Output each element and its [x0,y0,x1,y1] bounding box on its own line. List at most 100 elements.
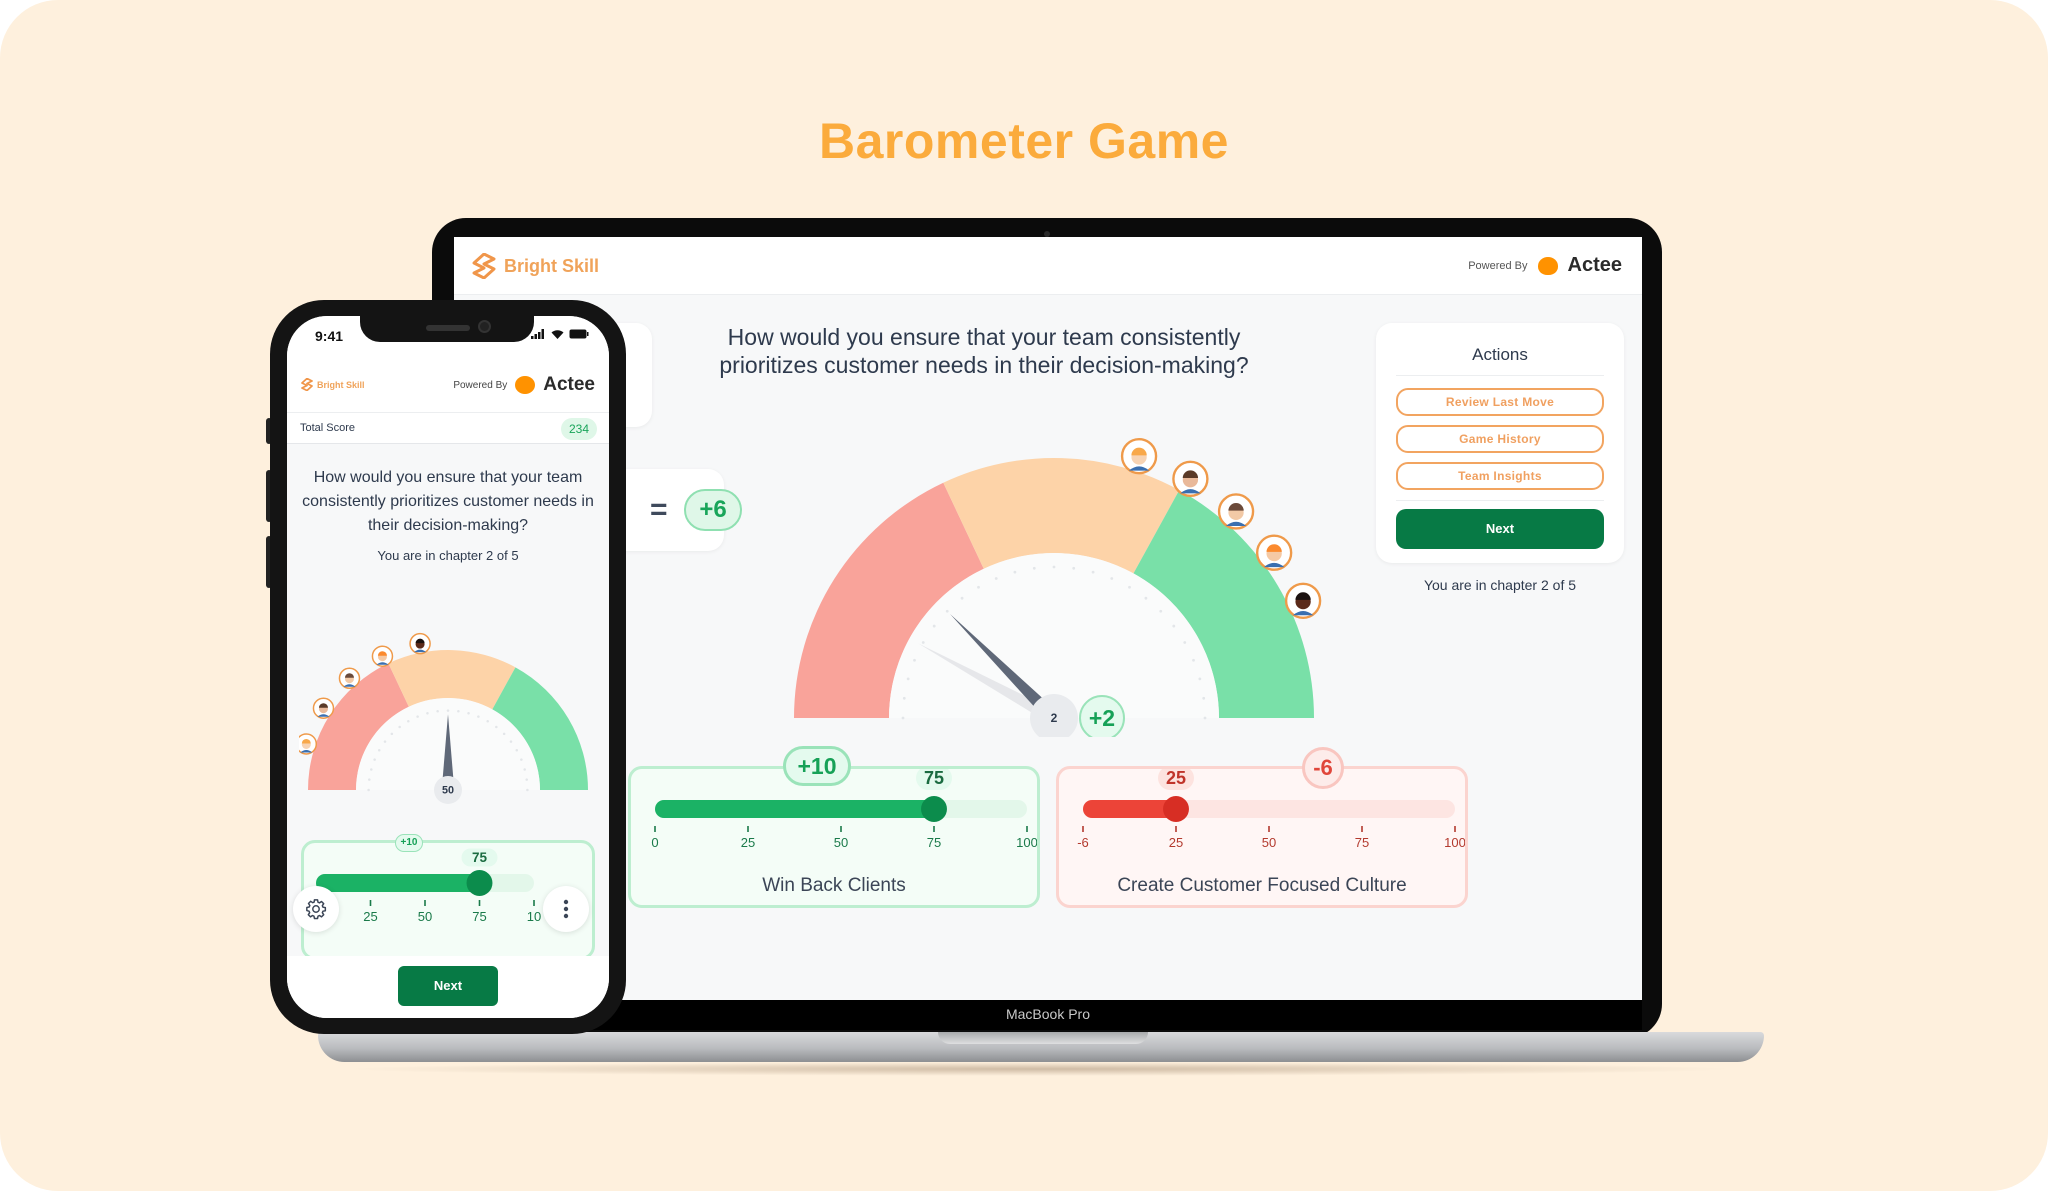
calc-result: +6 [684,489,742,531]
slider-knob [921,796,947,822]
next-button[interactable]: Next [1396,509,1604,549]
slider-card-win-back-clients: 75 0 25 50 75 100 Win Back Clients [628,766,1040,908]
actee-logo-icon [515,376,536,394]
gauge-tick-dot [477,715,480,718]
gauge-tick-dot [525,778,528,781]
gauge-tick-dot [1172,624,1176,628]
player-avatar [299,733,318,755]
slider-tick-label: 75 [472,909,486,924]
slider-knob [1163,796,1189,822]
review-last-move-button[interactable]: Review Last Move [1396,388,1604,416]
gauge-tick-dot [1144,596,1148,600]
gauge-tick-dot [509,740,513,743]
player-avatar [371,645,394,667]
gauge-tick-dot [1013,570,1017,574]
gauge-tick-dot [398,725,401,729]
player-avatar [409,632,431,655]
brand-name: Bright Skill [317,379,365,390]
gauge-tick-dot [377,749,381,752]
calc-equals: = [650,493,668,526]
partner-name: Actee [543,374,595,395]
player-avatar [1172,460,1209,498]
player-avatar [1217,493,1255,530]
slider-tick-label: 25 [363,909,377,924]
gauge-tick-dot [913,658,916,662]
gauge-tick-dot [1072,566,1076,570]
battery-icon [569,329,589,339]
divider [1396,500,1604,501]
gauge-tick-dot [426,712,429,715]
gauge-tick-dot [1192,658,1195,662]
powered-by: Powered By Actee [453,374,595,396]
kebab-menu-icon [563,899,569,919]
slider-label: Win Back Clients [762,875,906,896]
slider-value-label: 25 [1166,769,1186,788]
gauge-tick-dot [367,788,370,792]
slider-tick-label: 0 [651,835,658,850]
phone-screen: 9:41 Bright Skill Powered By Actee Total… [287,316,609,1018]
next-button[interactable]: Next [398,966,498,1006]
slider-tick-label: 10 [527,909,541,924]
gauge-tick-dot [901,716,905,720]
status-time: 9:41 [315,328,344,344]
gauge-tick-dot [906,677,910,681]
brand-logo[interactable]: Bright Skill [472,253,599,279]
slider-card-customer-culture: 25 -6 25 50 75 100 Create Customer Focused Cu… [1056,766,1468,908]
device-label: MacBook Pro [1005,1006,1091,1022]
gauge-tick-dot [523,768,526,771]
slider-fill [316,874,480,892]
slider-knob [466,870,493,896]
status-icons [531,328,589,342]
game-history-button[interactable]: Game History [1396,425,1604,453]
gauge-tick-dot [1198,677,1202,681]
total-score-value: 234 [560,418,597,440]
gauge-tick-dot [436,710,439,713]
gauge-tick-dot [1052,565,1056,569]
gauge-tick-dot [495,725,498,729]
gauge-tick-dot [383,740,387,743]
slider-tick-label: 50 [834,835,848,850]
barometer-gauge: 2 +2 [794,437,1322,737]
chapter-indicator: You are in chapter 2 of 5 [377,548,519,563]
settings-button[interactable] [293,886,339,932]
gauge-tick-dot [486,719,489,723]
gauge-tick-dot [921,641,925,644]
gauge-tick-dot [370,768,373,771]
slider-tick-label: 50 [418,909,432,924]
slider-tick-label: 75 [927,835,941,850]
more-options-button[interactable] [543,886,589,932]
slider-label: Create Customer Focused Culture [1117,875,1407,896]
player-avatar [312,697,335,719]
slider-delta-badge: +10 [395,834,423,852]
chapter-indicator: You are in chapter 2 of 5 [1423,577,1577,593]
slider-tick-label: 100 [1444,835,1465,850]
slider-tick-label: 50 [1262,835,1276,850]
laptop-shadow [340,1062,1740,1076]
powered-by-label: Powered By [453,379,508,391]
gauge-tick-dot [945,609,949,613]
gauge-tick-dot [1032,566,1036,570]
wifi-icon [551,330,564,339]
gauge-tick-dot [416,715,419,718]
powered-by-label: Powered By [1468,259,1528,272]
phone-speaker [426,325,470,331]
gauge-tick-dot [390,732,394,736]
slider-fill [655,800,934,818]
laptop-screen: Bright Skill Powered By Actee 6 i 0 = +6… [454,237,1642,1000]
question-text: How would you ensure that your team cons… [719,324,1249,378]
gauge-value-label: 2 [1051,711,1058,725]
player-avatar [338,667,361,689]
gauge-tick-dot [457,710,460,713]
slider-tick-label: -6 [1077,835,1089,850]
slider-fill [1083,800,1176,818]
gauge-tick-dot [1128,585,1131,589]
player-avatar [1120,437,1158,475]
bright-skill-logo-icon [301,378,313,391]
gauge-tick-dot [977,585,980,589]
customer-culture-slider[interactable]: 25 -6 25 50 75 100 [1059,769,1465,869]
team-insights-button[interactable]: Team Insights [1396,462,1604,490]
brand-logo[interactable]: Bright Skill [301,378,365,391]
gauge-delta-value: +2 [1089,705,1115,731]
phone-app-header: Bright Skill Powered By Actee [287,358,609,412]
partner-name: Actee [1567,254,1622,276]
